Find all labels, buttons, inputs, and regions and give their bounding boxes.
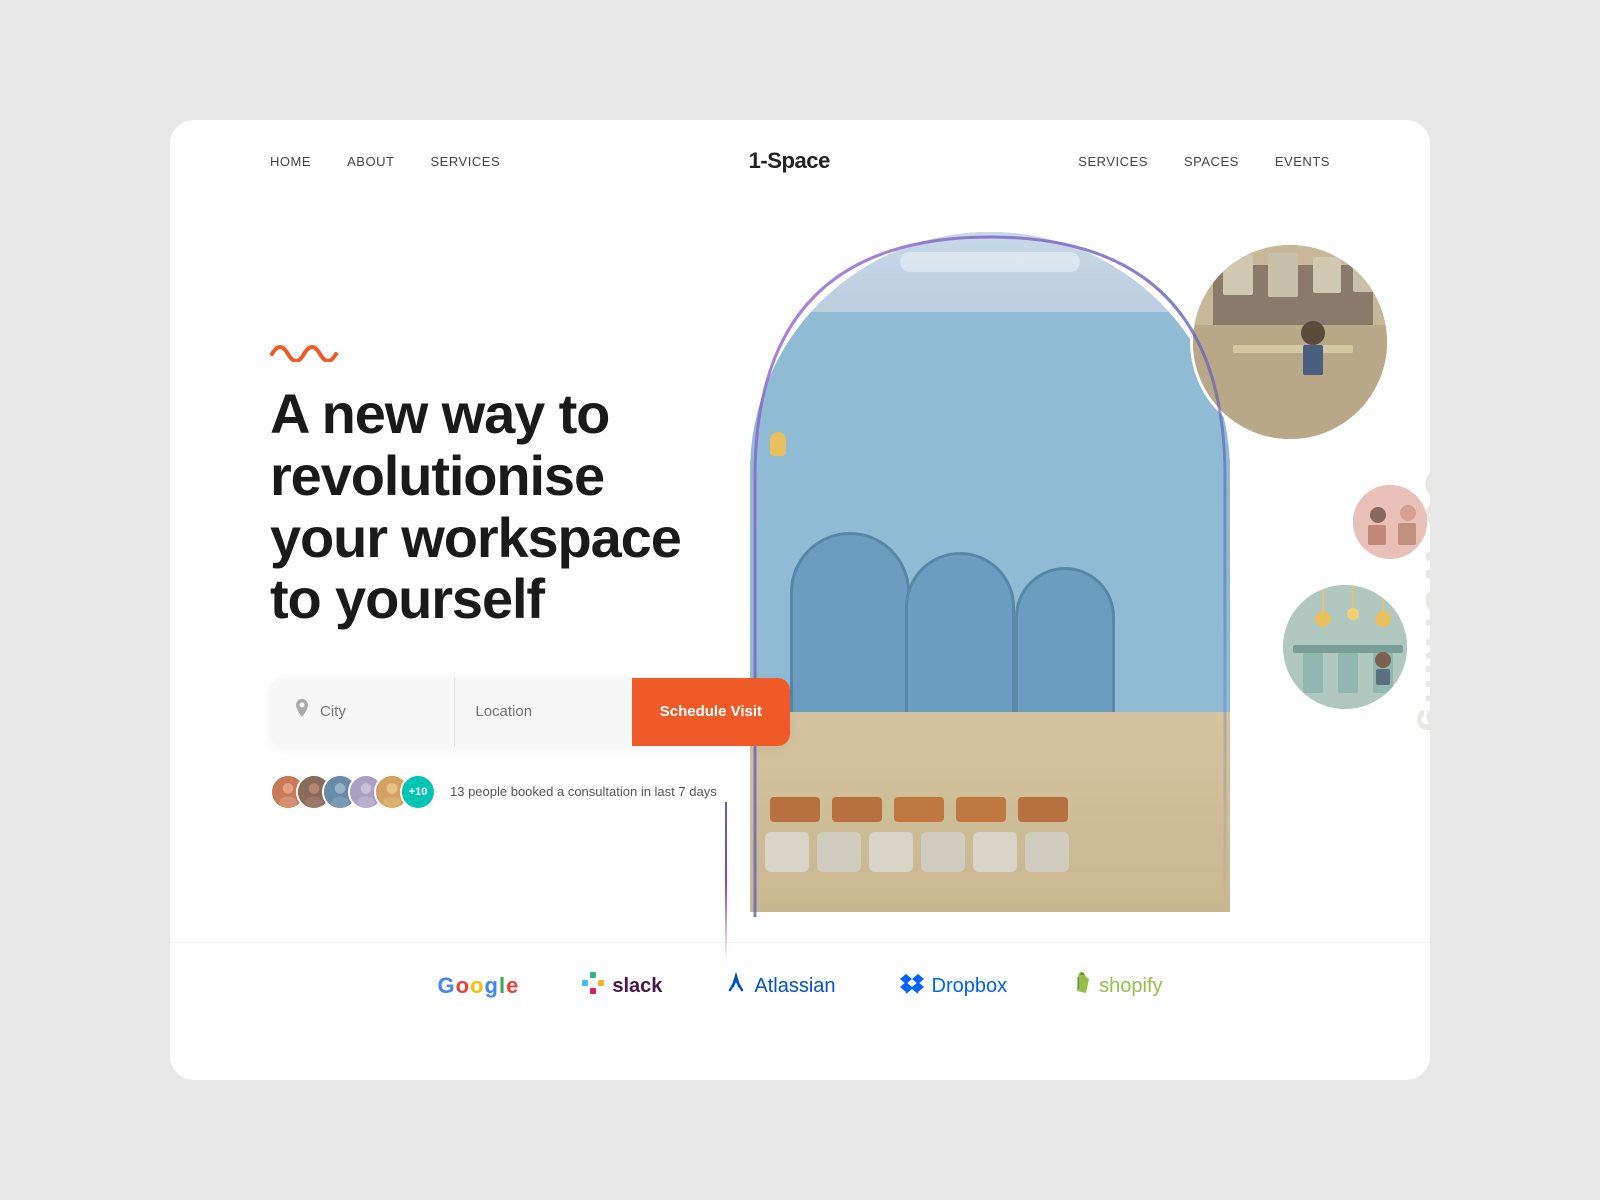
separator-line	[725, 802, 727, 962]
avatars-group: +10	[270, 774, 436, 810]
nav-home[interactable]: HOME	[270, 154, 311, 169]
schedule-visit-button[interactable]: Schedule Visit	[632, 678, 790, 746]
brand-dropbox: Dropbox	[900, 972, 1008, 1000]
brand-shopify: shopify	[1071, 971, 1162, 1001]
avatar-count: +10	[402, 776, 434, 808]
city-input[interactable]	[320, 703, 430, 720]
circle-image-small-2	[1280, 582, 1410, 712]
pin-icon	[294, 699, 310, 724]
nav-services-right[interactable]: SERVICES	[1078, 154, 1148, 169]
hero-section: A new way to revolutionise your workspac…	[170, 202, 1430, 922]
avatar-plus: +10	[400, 774, 436, 810]
seating-area	[750, 712, 1230, 882]
ceiling-light	[900, 252, 1080, 272]
navbar: HOME ABOUT SERVICES 1-Space SERVICES SPA…	[170, 120, 1430, 202]
chairs-row	[765, 832, 1069, 872]
social-proof-text: 13 people booked a consultation in last …	[450, 784, 717, 799]
hero-title: A new way to revolutionise your workspac…	[270, 383, 790, 629]
brand-slack: slack	[582, 972, 662, 1000]
wave-decoration	[270, 334, 790, 367]
arch-container	[750, 232, 1230, 912]
shopify-icon	[1071, 971, 1091, 1001]
nav-about[interactable]: ABOUT	[347, 154, 394, 169]
brands-section: Google slack Atlassian	[170, 942, 1430, 1037]
brand-logo[interactable]: 1-Space	[749, 148, 830, 174]
google-icon: Google	[437, 973, 518, 999]
nav-left: HOME ABOUT SERVICES	[270, 154, 500, 169]
atlassian-icon	[726, 972, 746, 1000]
arch-3	[1015, 567, 1115, 732]
search-bar: Schedule Visit	[270, 678, 790, 746]
arch-interior	[750, 232, 1230, 912]
nav-right: SERVICES SPACES EVENTS	[1078, 154, 1330, 169]
arch-1	[790, 532, 910, 732]
circle-image-large	[1190, 242, 1390, 442]
main-hero-image	[750, 232, 1230, 912]
arch-2	[905, 552, 1015, 732]
location-field	[455, 678, 631, 746]
location-input[interactable]	[475, 703, 611, 720]
nav-events[interactable]: EVENTS	[1275, 154, 1330, 169]
circle-office-image-1	[1193, 245, 1387, 439]
coworking-label: Co Working	[1410, 402, 1430, 802]
social-proof: +10 13 people booked a consultation in l…	[270, 774, 790, 810]
hero-left: A new way to revolutionise your workspac…	[270, 222, 790, 882]
slack-icon	[582, 972, 604, 1000]
nav-services-left[interactable]: SERVICES	[430, 154, 500, 169]
city-field	[270, 678, 455, 746]
page-container: HOME ABOUT SERVICES 1-Space SERVICES SPA…	[170, 120, 1430, 1080]
dropbox-icon	[900, 972, 924, 1000]
circle-office-image-3	[1283, 585, 1407, 709]
brand-atlassian: Atlassian	[726, 972, 835, 1000]
nav-spaces[interactable]: SPACES	[1184, 154, 1239, 169]
brand-google: Google	[437, 973, 518, 999]
table-row-1	[770, 797, 1068, 822]
